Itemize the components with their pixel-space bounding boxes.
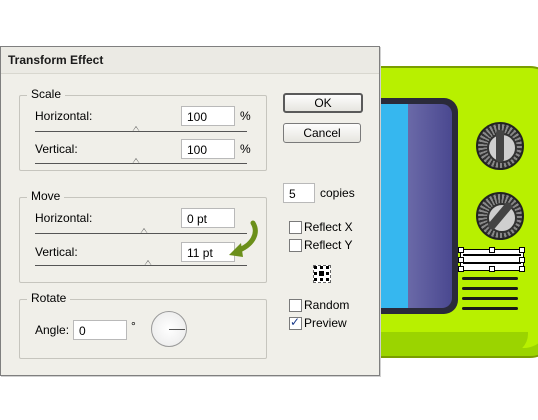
scale-vertical-label: Vertical:	[35, 142, 78, 156]
scale-horizontal-slider-track[interactable]	[35, 131, 247, 132]
reflect-y-label[interactable]: Reflect Y	[304, 238, 352, 252]
reflect-x-label[interactable]: Reflect X	[304, 220, 353, 234]
scale-vertical-slider-track[interactable]	[35, 163, 247, 164]
scale-horizontal-label: Horizontal:	[35, 109, 93, 123]
random-label[interactable]: Random	[304, 298, 349, 312]
scale-horizontal-input[interactable]: 100	[181, 106, 235, 126]
tv-speaker-slot	[462, 307, 518, 310]
rotate-angle-unit: °	[131, 319, 136, 333]
move-vertical-slider-track[interactable]	[35, 265, 247, 266]
cancel-button[interactable]: Cancel	[283, 123, 361, 143]
move-horizontal-label: Horizontal:	[35, 211, 93, 225]
scale-horizontal-unit: %	[240, 109, 251, 123]
reference-point-icon[interactable]	[313, 265, 331, 283]
move-horizontal-slider-thumb[interactable]	[140, 228, 148, 234]
copies-input[interactable]: 5	[283, 183, 315, 203]
reflect-x-checkbox[interactable]	[289, 221, 302, 234]
scale-vertical-slider-thumb[interactable]	[132, 158, 140, 164]
dialog-titlebar[interactable]: Transform Effect	[1, 47, 379, 74]
reflect-y-checkbox[interactable]	[289, 239, 302, 252]
tv-speaker-slot	[462, 287, 518, 290]
preview-checkbox[interactable]	[289, 315, 302, 330]
move-vertical-slider-thumb[interactable]	[144, 260, 152, 266]
rotate-angle-input[interactable]: 0	[73, 320, 127, 340]
annotation-arrow-icon	[229, 220, 258, 257]
scale-vertical-unit: %	[240, 142, 251, 156]
dialog-title: Transform Effect	[8, 53, 104, 67]
transform-effect-dialog: Transform Effect Scale Horizontal: 100 %…	[0, 46, 380, 376]
preview-label[interactable]: Preview	[304, 316, 347, 330]
tv-speaker-slot	[462, 277, 518, 280]
selected-speaker-slots[interactable]	[458, 247, 525, 272]
angle-dial-icon[interactable]	[151, 311, 187, 347]
random-checkbox[interactable]	[289, 299, 302, 312]
scale-group-legend: Scale	[27, 87, 66, 101]
tv-knob-bottom	[476, 192, 524, 240]
copies-label: copies	[320, 186, 355, 200]
scale-horizontal-slider-thumb[interactable]	[132, 126, 140, 132]
ok-button[interactable]: OK	[283, 93, 363, 113]
tv-knob-top	[476, 122, 524, 170]
rotate-angle-label: Angle:	[35, 323, 70, 337]
tv-speaker-slot	[462, 297, 518, 300]
move-group-legend: Move	[27, 189, 65, 203]
rotate-group-legend: Rotate	[27, 291, 71, 305]
move-vertical-label: Vertical:	[35, 245, 78, 259]
scale-vertical-input[interactable]: 100	[181, 139, 235, 159]
